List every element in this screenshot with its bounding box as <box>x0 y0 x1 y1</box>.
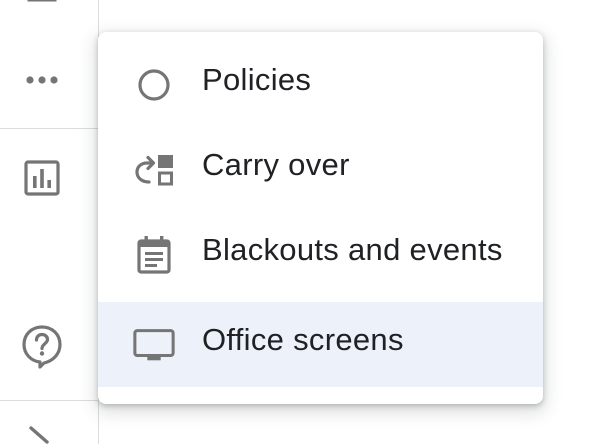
top-partial-icon[interactable] <box>0 0 84 10</box>
menu-item-carry-over[interactable]: Carry over <box>98 127 543 212</box>
menu-item-blackouts-and-events[interactable]: Blackouts and events <box>98 212 543 297</box>
menu-item-office-screens[interactable]: Office screens <box>98 302 543 387</box>
menu-item-label: Carry over <box>202 146 350 182</box>
event-note-icon <box>132 233 176 277</box>
dropdown-menu: Policies Carry over Blackouts and events… <box>98 32 543 404</box>
rail-divider-bottom <box>0 400 98 401</box>
rail-divider <box>0 128 98 129</box>
insert-chart-icon[interactable] <box>0 157 84 199</box>
carry-over-icon <box>132 148 176 192</box>
menu-item-label: Office screens <box>202 321 404 357</box>
help-outline-icon[interactable] <box>0 322 84 372</box>
menu-item-policies[interactable]: Policies <box>98 42 543 127</box>
circle-outline-icon <box>132 63 176 107</box>
desktop-windows-icon <box>132 323 176 367</box>
left-rail <box>0 0 99 444</box>
menu-item-label: Blackouts and events <box>202 231 503 267</box>
menu-item-label: Policies <box>202 61 312 97</box>
chevron-icon[interactable] <box>0 426 84 444</box>
more-horiz-icon[interactable] <box>0 60 84 100</box>
